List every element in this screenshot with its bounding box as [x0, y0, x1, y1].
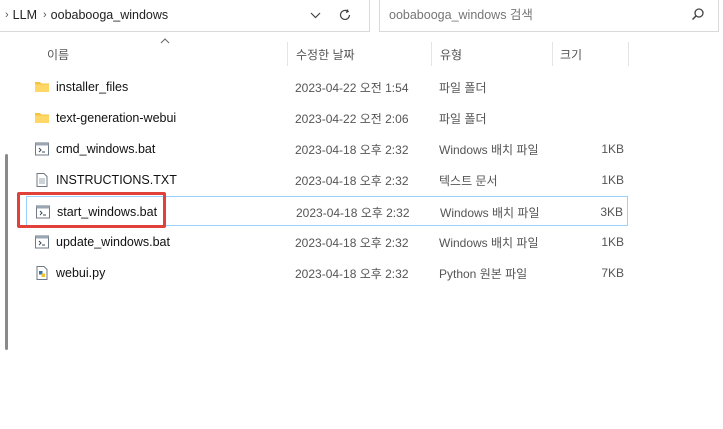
- file-type: Windows 배치 파일: [439, 142, 539, 157]
- breadcrumb-llm[interactable]: LLM: [13, 8, 37, 22]
- file-size: 3KB: [600, 205, 623, 219]
- column-type[interactable]: 유형: [440, 40, 462, 68]
- column-name[interactable]: 이름: [47, 40, 69, 68]
- refresh-icon[interactable]: [334, 4, 356, 26]
- folder-icon: [34, 79, 50, 95]
- python-file-icon: [34, 265, 50, 281]
- column-size[interactable]: 크기: [560, 40, 582, 68]
- file-name: INSTRUCTIONS.TXT: [56, 173, 177, 187]
- file-date: 2023-04-18 오후 2:32: [295, 266, 409, 281]
- file-date: 2023-04-22 오전 1:54: [295, 80, 409, 95]
- file-name: cmd_windows.bat: [56, 142, 156, 156]
- file-row-cmd-windows[interactable]: cmd_windows.bat 2023-04-18 오후 2:32 Windo…: [26, 134, 628, 164]
- file-type: 파일 폴더: [439, 80, 487, 95]
- file-type: Windows 배치 파일: [439, 235, 539, 250]
- column-divider[interactable]: [552, 42, 553, 66]
- file-size: 1KB: [601, 235, 624, 249]
- column-date[interactable]: 수정한 날짜: [296, 40, 355, 68]
- text-file-icon: [34, 172, 50, 188]
- address-bar[interactable]: › LLM › oobabooga_windows: [0, 0, 370, 32]
- file-name: start_windows.bat: [57, 205, 158, 219]
- file-type: Python 원본 파일: [439, 266, 528, 281]
- file-type: Windows 배치 파일: [440, 205, 540, 220]
- file-type: 텍스트 문서: [439, 173, 498, 188]
- chevron-right-icon: ›: [5, 9, 9, 21]
- search-box[interactable]: [379, 0, 719, 32]
- sort-ascending-icon: [160, 36, 170, 47]
- file-name: update_windows.bat: [56, 235, 170, 249]
- search-icon[interactable]: [690, 7, 706, 23]
- file-name: webui.py: [56, 266, 106, 280]
- batch-file-icon: [35, 204, 51, 220]
- file-date: 2023-04-18 오후 2:32: [295, 235, 409, 250]
- file-size: 1KB: [601, 142, 624, 156]
- chevron-right-icon: ›: [43, 9, 47, 21]
- file-type: 파일 폴더: [439, 111, 487, 126]
- file-row-installer-files[interactable]: installer_files 2023-04-22 오전 1:54 파일 폴더: [26, 72, 628, 102]
- column-divider[interactable]: [287, 42, 288, 66]
- file-date: 2023-04-18 오후 2:32: [295, 142, 409, 157]
- file-size: 7KB: [601, 266, 624, 280]
- file-date: 2023-04-18 오후 2:32: [295, 173, 409, 188]
- batch-file-icon: [34, 141, 50, 157]
- file-row-text-generation-webui[interactable]: text-generation-webui 2023-04-22 오전 2:06…: [26, 103, 628, 133]
- column-header: 이름 수정한 날짜 유형 크기: [0, 38, 723, 68]
- file-row-instructions[interactable]: INSTRUCTIONS.TXT 2023-04-18 오후 2:32 텍스트 …: [26, 165, 628, 195]
- breadcrumb-oobabooga-windows[interactable]: oobabooga_windows: [51, 8, 168, 22]
- file-date: 2023-04-18 오후 2:32: [296, 205, 410, 220]
- file-date: 2023-04-22 오전 2:06: [295, 111, 409, 126]
- batch-file-icon: [34, 234, 50, 250]
- column-divider[interactable]: [431, 42, 432, 66]
- chevron-down-icon[interactable]: [305, 5, 325, 25]
- scrollbar[interactable]: [5, 154, 8, 350]
- folder-icon: [34, 110, 50, 126]
- file-name: text-generation-webui: [56, 111, 177, 125]
- column-divider[interactable]: [628, 42, 629, 66]
- search-input[interactable]: [389, 8, 679, 22]
- file-size: 1KB: [601, 173, 624, 187]
- file-row-start-windows[interactable]: start_windows.bat 2023-04-18 오후 2:32 Win…: [26, 196, 628, 226]
- file-name: installer_files: [56, 80, 129, 94]
- file-row-webui-py[interactable]: webui.py 2023-04-18 오후 2:32 Python 원본 파일…: [26, 258, 628, 288]
- file-row-update-windows[interactable]: update_windows.bat 2023-04-18 오후 2:32 Wi…: [26, 227, 628, 257]
